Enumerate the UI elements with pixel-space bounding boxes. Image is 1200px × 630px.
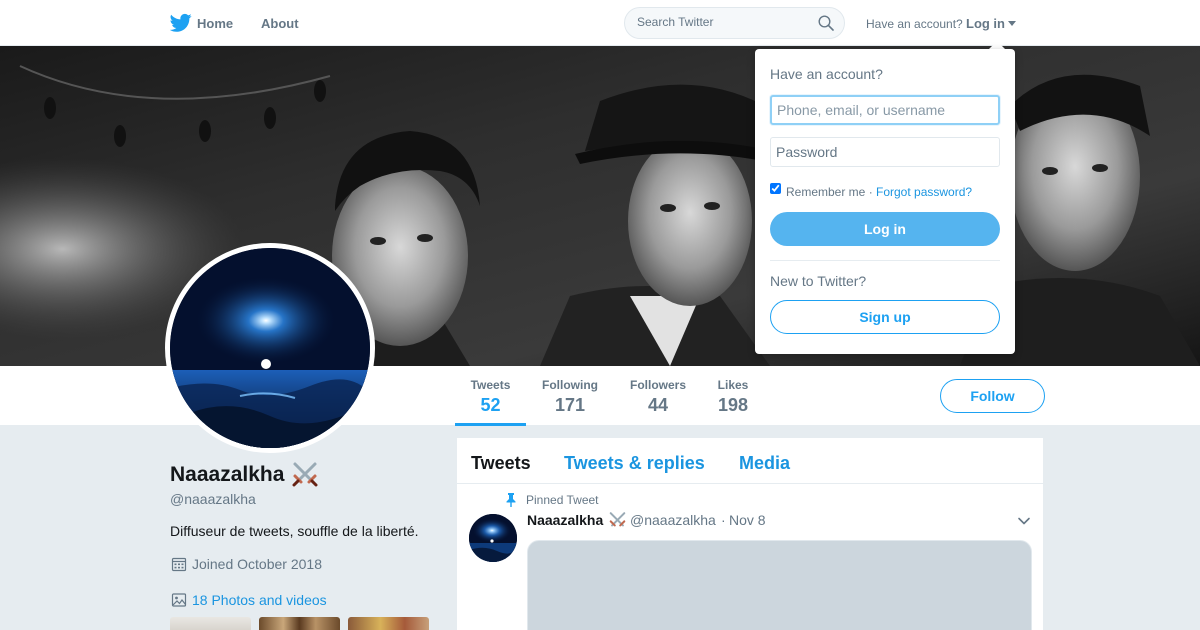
chevron-down-icon[interactable] [1008, 21, 1016, 26]
twitter-bird-icon[interactable] [170, 13, 192, 33]
tweet-media[interactable] [527, 540, 1032, 630]
active-stat-indicator [455, 423, 526, 426]
tab-media[interactable]: Media [739, 453, 790, 474]
stat-tweets[interactable]: Tweets 52 [470, 378, 511, 416]
timeline-tabs: Tweets Tweets & replies Media [457, 438, 1043, 484]
stat-label: Likes [717, 378, 749, 392]
new-to-twitter-label: New to Twitter? [770, 273, 867, 289]
tab-tweets-replies[interactable]: Tweets & replies [564, 453, 705, 474]
remember-me-label[interactable]: Remember me · [786, 185, 873, 199]
photo-icon [171, 593, 187, 607]
media-thumbnail[interactable] [170, 617, 251, 630]
stat-label: Followers [629, 378, 686, 392]
have-account-label: Have an account? [866, 17, 963, 31]
tweet-separator: · [721, 512, 726, 528]
joined-date: Joined October 2018 [192, 556, 322, 572]
avatar-image [170, 248, 370, 448]
crossed-swords-icon [292, 462, 318, 487]
username-field[interactable] [770, 95, 1000, 125]
top-navigation: Home About Have an account? Log in [0, 0, 1200, 46]
nav-about-link[interactable]: About [261, 16, 299, 31]
stat-value: 44 [647, 395, 669, 415]
forgot-password-link[interactable]: Forgot password? [876, 185, 972, 199]
profile-handle[interactable]: @naaazalkha [170, 491, 256, 507]
login-dropdown-toggle[interactable]: Log in [966, 16, 1005, 31]
follow-button[interactable]: Follow [940, 379, 1045, 413]
stat-label: Following [542, 378, 598, 392]
crossed-swords-icon [609, 512, 626, 527]
pin-icon [506, 493, 516, 507]
profile-display-name[interactable]: Naaazalkha [170, 463, 284, 487]
search-input[interactable] [637, 15, 807, 29]
stat-value: 171 [554, 395, 586, 415]
login-button[interactable]: Log in [770, 212, 1000, 246]
login-dropdown-title: Have an account? [770, 66, 883, 82]
remember-me-checkbox[interactable] [770, 183, 781, 194]
profile-bio: Diffuseur de tweets, souffle de la liber… [170, 523, 419, 539]
stat-value: 198 [717, 395, 749, 415]
pinned-tweet-label: Pinned Tweet [526, 493, 599, 507]
divider [770, 260, 1000, 261]
tweet-timestamp[interactable]: Nov 8 [729, 512, 766, 528]
chevron-down-icon[interactable] [1017, 514, 1031, 528]
media-thumbnail[interactable] [348, 617, 429, 630]
timeline: Tweets Tweets & replies Media Pinned Twe… [456, 437, 1044, 630]
tweet-avatar-image [469, 514, 517, 562]
tweet-author-name[interactable]: Naaazalkha [527, 512, 603, 528]
stat-followers[interactable]: Followers 44 [629, 378, 687, 416]
tweet-avatar[interactable] [469, 514, 517, 562]
nav-home-link[interactable]: Home [197, 16, 233, 31]
search-box[interactable] [624, 7, 845, 39]
calendar-icon [171, 557, 187, 572]
tab-tweets[interactable]: Tweets [471, 453, 531, 474]
dropdown-arrow [989, 41, 1005, 49]
login-dropdown: Have an account? Remember me · Forgot pa… [755, 49, 1015, 354]
stat-value: 52 [480, 395, 501, 415]
signup-button[interactable]: Sign up [770, 300, 1000, 334]
photos-videos-link[interactable]: 18 Photos and videos [192, 592, 327, 608]
stat-label: Tweets [470, 378, 511, 392]
stat-likes[interactable]: Likes 198 [717, 378, 749, 416]
search-icon[interactable] [818, 15, 834, 31]
stat-following[interactable]: Following 171 [541, 378, 599, 416]
password-field[interactable] [770, 137, 1000, 167]
tweet-author-handle[interactable]: @naaazalkha [630, 512, 716, 528]
profile-avatar[interactable] [165, 243, 375, 453]
media-thumbnail[interactable] [259, 617, 340, 630]
